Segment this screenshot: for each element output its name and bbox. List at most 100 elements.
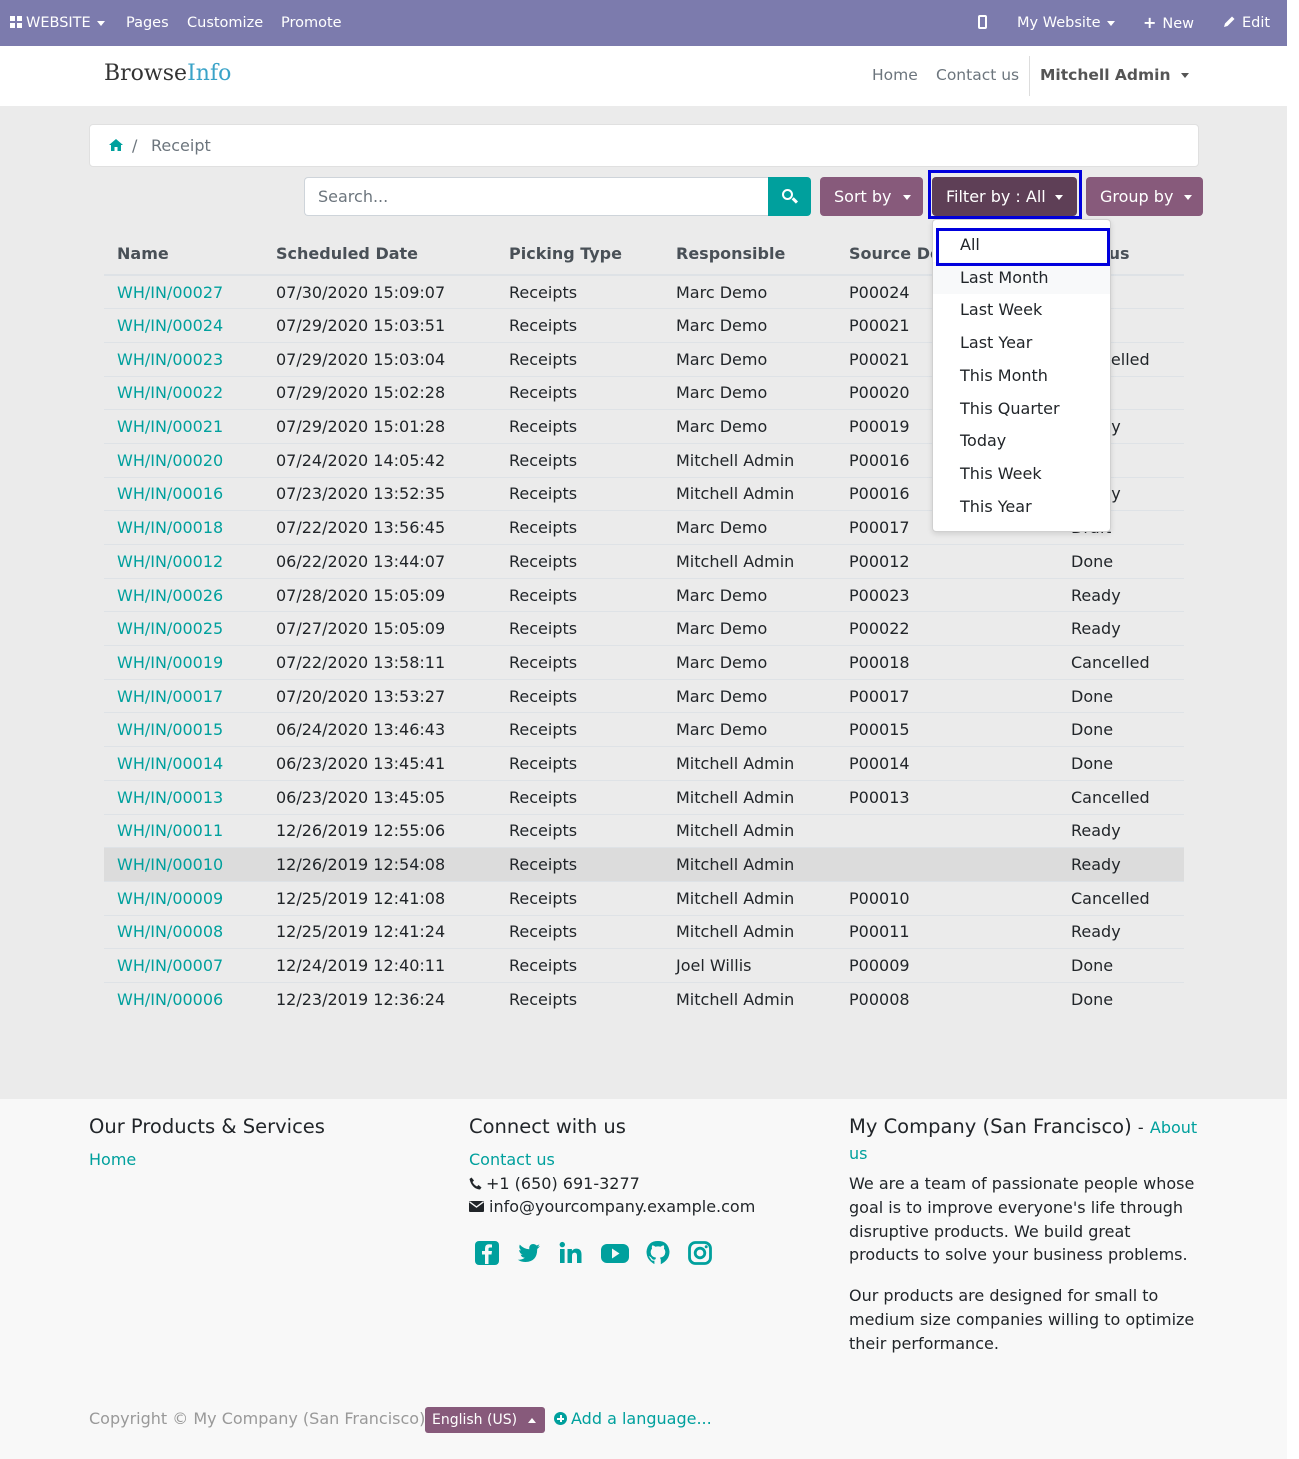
linkedin-icon[interactable] [558,1240,584,1266]
filter-option-this-quarter[interactable]: This Quarter [933,393,1110,426]
table-row[interactable]: WH/IN/00014 06/23/2020 13:45:41 Receipts Mi… [104,746,1184,781]
receipt-name-link[interactable]: WH/IN/00013 [117,788,223,807]
table-row[interactable]: WH/IN/00017 07/20/2020 13:53:27 Receipts Ma… [104,678,1184,713]
filter-option-today[interactable]: Today [933,425,1110,458]
add-language-link[interactable]: Add a language... [554,1409,712,1428]
scheduled-date-cell: 06/22/2020 13:44:07 [263,544,496,579]
column-header-scheduled-date[interactable]: Scheduled Date [263,233,496,276]
picking-type-cell: Receipts [496,274,663,309]
receipt-name-link[interactable]: WH/IN/00012 [117,552,223,571]
receipt-name-cell: WH/IN/00025 [104,611,263,646]
source-document-cell: P00017 [836,678,1058,713]
picking-type-cell: Receipts [496,409,663,444]
table-row[interactable]: WH/IN/00007 12/24/2019 12:40:11 Receipts Jo… [104,948,1184,983]
receipt-name-cell: WH/IN/00017 [104,678,263,713]
website-menu[interactable]: WEBSITE [10,0,105,46]
status-cell: Ready [1058,914,1184,949]
receipt-name-link[interactable]: WH/IN/00015 [117,720,223,739]
receipt-name-link[interactable]: WH/IN/00022 [117,383,223,402]
responsible-cell: Marc Demo [663,645,836,680]
table-row[interactable]: WH/IN/00025 07/27/2020 15:05:09 Receipts Ma… [104,611,1184,646]
receipt-name-cell: WH/IN/00026 [104,577,263,612]
footer-contact-link[interactable]: Contact us [469,1150,555,1169]
github-icon[interactable] [645,1240,671,1266]
pages-menu[interactable]: Pages [126,0,169,46]
site-logo[interactable]: BrowseInfo [104,61,231,86]
receipt-name-link[interactable]: WH/IN/00019 [117,653,223,672]
search-button[interactable] [768,177,811,216]
receipt-name-link[interactable]: WH/IN/00027 [117,283,223,302]
table-row[interactable]: WH/IN/00012 06/22/2020 13:44:07 Receipts Mi… [104,544,1184,579]
column-header-responsible[interactable]: Responsible [663,233,836,276]
receipt-name-link[interactable]: WH/IN/00026 [117,586,223,605]
table-row[interactable]: WH/IN/00026 07/28/2020 15:05:09 Receipts Ma… [104,577,1184,612]
receipt-name-link[interactable]: WH/IN/00008 [117,922,223,941]
facebook-icon[interactable] [474,1240,500,1266]
new-button[interactable]: + New [1143,0,1194,46]
table-row[interactable]: WH/IN/00011 12/26/2019 12:55:06 Receipts Mi… [104,813,1184,848]
promote-menu[interactable]: Promote [281,0,342,46]
filter-option-this-week[interactable]: This Week [933,458,1110,491]
picking-type-cell: Receipts [496,341,663,377]
receipt-name-link[interactable]: WH/IN/00007 [117,956,223,975]
edit-button[interactable]: Edit [1223,0,1270,46]
filter-option-last-week[interactable]: Last Week [933,294,1110,327]
receipt-name-link[interactable]: WH/IN/00018 [117,518,223,537]
table-row[interactable]: WH/IN/00013 06/23/2020 13:45:05 Receipts Mi… [104,779,1184,814]
youtube-icon[interactable] [600,1240,630,1266]
mobile-preview-button[interactable] [978,0,987,46]
about-us-link-part1[interactable]: About [1150,1118,1197,1137]
filter-option-last-month[interactable]: Last Month [933,261,1110,295]
table-row[interactable]: WH/IN/00019 07/22/2020 13:58:11 Receipts Ma… [104,645,1184,680]
table-row[interactable]: WH/IN/00015 06/24/2020 13:46:43 Receipts Ma… [104,712,1184,747]
scheduled-date-cell: 07/29/2020 15:03:51 [263,308,496,343]
receipt-name-link[interactable]: WH/IN/00014 [117,754,223,773]
picking-type-cell: Receipts [496,645,663,680]
sort-by-button[interactable]: Sort by [820,177,923,216]
source-document-cell: P00008 [836,981,1058,1017]
table-row[interactable]: WH/IN/00009 12/25/2019 12:41:08 Receipts Mi… [104,880,1184,916]
site-footer [0,1099,1287,1459]
receipt-name-link[interactable]: WH/IN/00020 [117,451,223,470]
table-row[interactable]: WH/IN/00008 12/25/2019 12:41:24 Receipts Mi… [104,914,1184,949]
company-heading-dash: - [1137,1118,1144,1137]
language-label: English (US) [432,1412,518,1428]
receipt-name-link[interactable]: WH/IN/00017 [117,687,223,706]
picking-type-cell: Receipts [496,813,663,848]
receipt-name-link[interactable]: WH/IN/00016 [117,484,223,503]
table-row[interactable]: WH/IN/00010 12/26/2019 12:54:08 Receipts Mi… [104,847,1184,882]
filter-option-last-year[interactable]: Last Year [933,327,1110,360]
responsible-cell: Mitchell Admin [663,544,836,579]
nav-home[interactable]: Home [872,66,918,84]
receipt-name-link[interactable]: WH/IN/00023 [117,350,223,369]
twitter-icon[interactable] [516,1240,542,1266]
receipt-name-link[interactable]: WH/IN/00009 [117,889,223,908]
customize-menu[interactable]: Customize [187,0,263,46]
scheduled-date-cell: 07/30/2020 15:09:07 [263,274,496,309]
user-menu[interactable]: Mitchell Admin [1040,66,1189,84]
receipt-name-link[interactable]: WH/IN/00006 [117,990,223,1009]
column-header-picking-type[interactable]: Picking Type [496,233,663,276]
footer-home-link[interactable]: Home [89,1150,136,1169]
filter-option-this-month[interactable]: This Month [933,360,1110,393]
instagram-icon[interactable] [687,1240,713,1266]
group-by-button[interactable]: Group by [1086,177,1203,216]
about-us-link-part2[interactable]: us [849,1144,867,1163]
filter-option-this-year[interactable]: This Year [933,491,1110,524]
language-selector[interactable]: English (US) [425,1407,546,1433]
receipt-name-link[interactable]: WH/IN/00011 [117,821,223,840]
receipt-name-link[interactable]: WH/IN/00025 [117,619,223,638]
pencil-icon [1224,16,1235,27]
home-icon[interactable] [109,139,123,151]
receipt-name-link[interactable]: WH/IN/00024 [117,316,223,335]
table-row[interactable]: WH/IN/00006 12/23/2019 12:36:24 Receipts Mi… [104,981,1184,1017]
site-selector[interactable]: My Website [1017,0,1115,46]
column-header-name[interactable]: Name [104,233,263,276]
scheduled-date-cell: 12/25/2019 12:41:08 [263,880,496,916]
receipt-name-link[interactable]: WH/IN/00021 [117,417,223,436]
receipt-name-link[interactable]: WH/IN/00010 [117,855,223,874]
search-input[interactable] [304,177,769,216]
nav-contact-us[interactable]: Contact us [936,66,1019,84]
scheduled-date-cell: 07/22/2020 13:56:45 [263,510,496,545]
email-address: info@yourcompany.example.com [489,1197,756,1216]
